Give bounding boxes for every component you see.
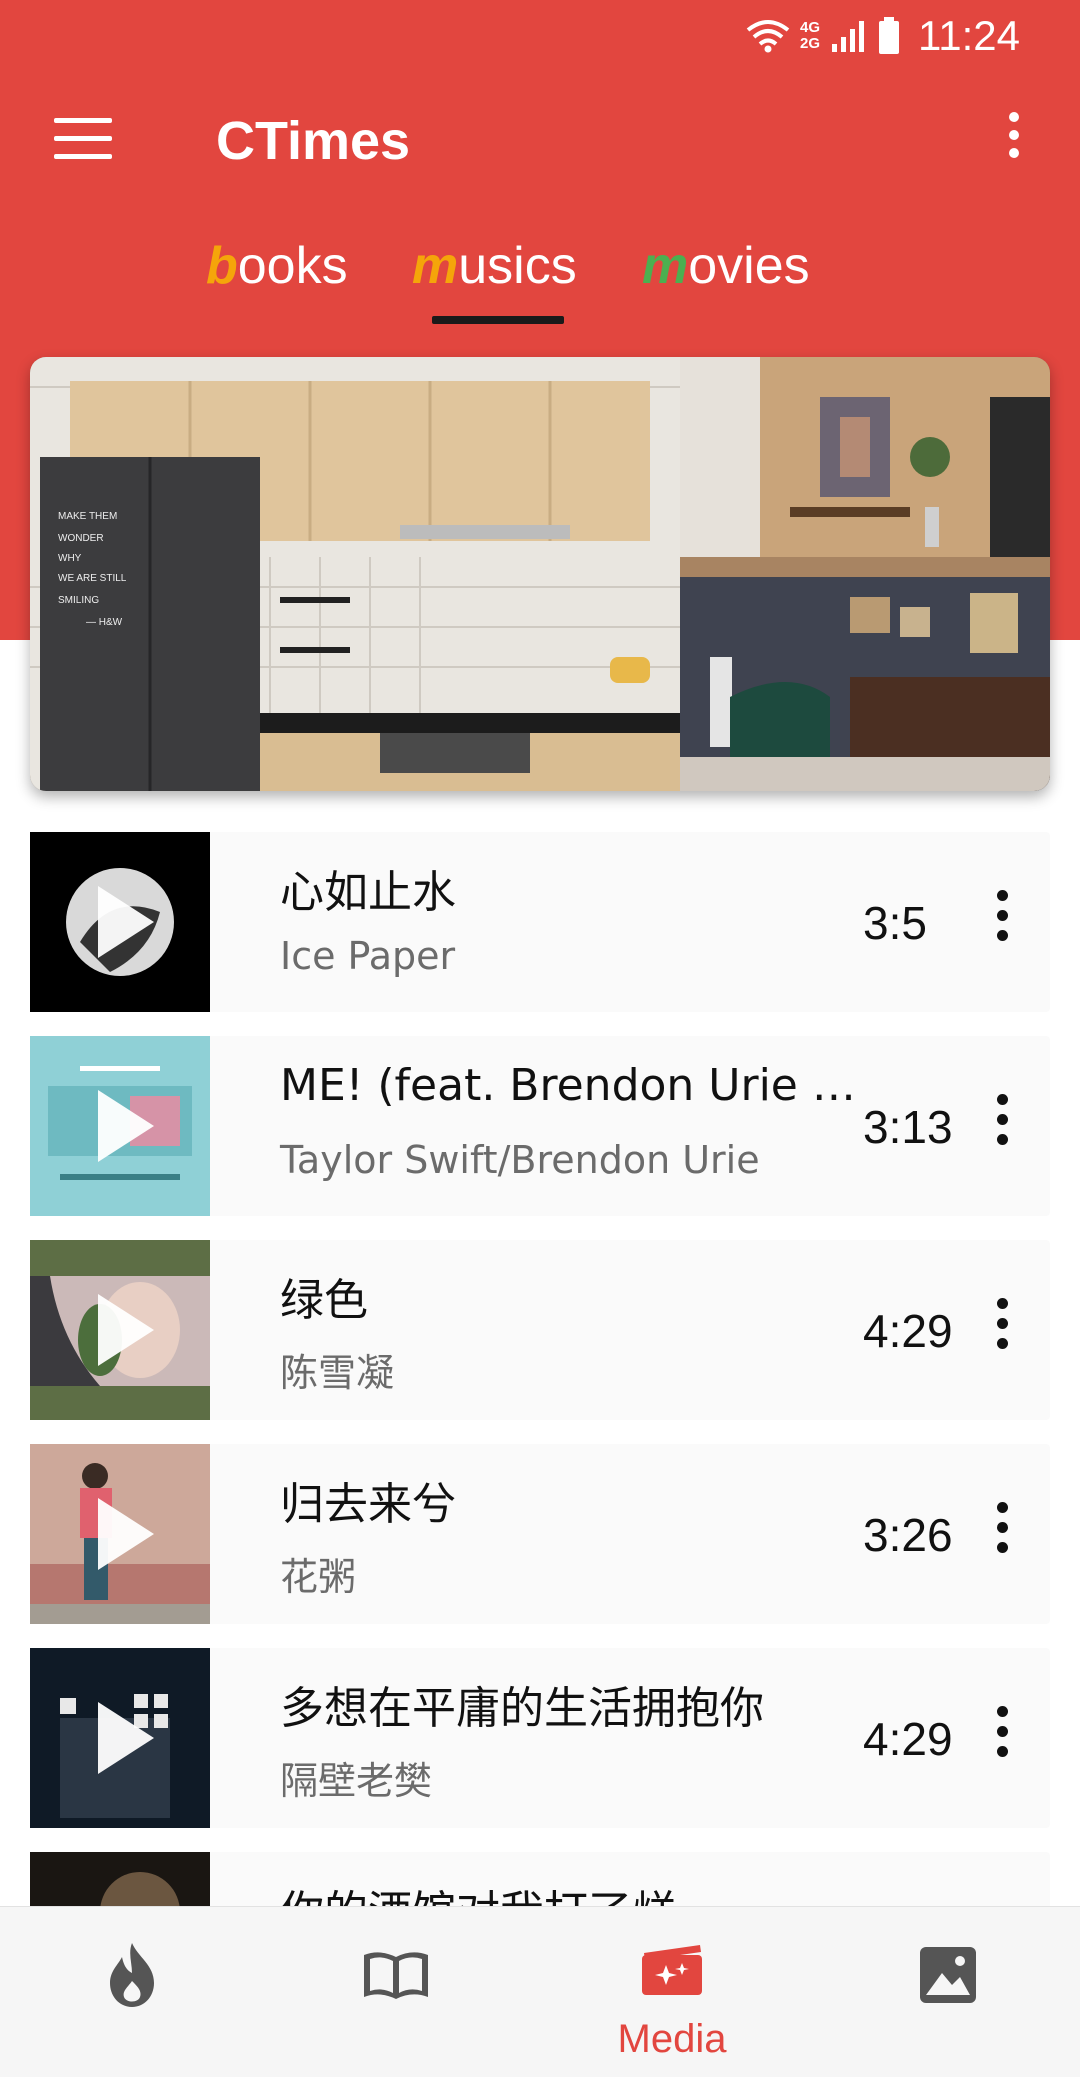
song-artist: 花粥 bbox=[280, 1555, 357, 1599]
song-title: ME! (feat. Brendon Urie of Panic! At The… bbox=[280, 1060, 870, 1111]
more-vert-icon[interactable] bbox=[990, 1502, 1014, 1566]
song-title: 多想在平庸的生活拥抱你 bbox=[280, 1683, 764, 1734]
song-duration: 4:29 bbox=[863, 1305, 953, 1357]
active-tab-indicator bbox=[432, 316, 564, 324]
svg-text:WE ARE STILL: WE ARE STILL bbox=[58, 573, 127, 584]
song-artist: Ice Paper bbox=[280, 934, 456, 978]
album-cover[interactable] bbox=[30, 1648, 210, 1828]
album-cover[interactable] bbox=[30, 832, 210, 1012]
song-title: 心如止水 bbox=[280, 867, 456, 918]
song-duration: 3:26 bbox=[863, 1509, 953, 1561]
menu-icon[interactable] bbox=[54, 118, 112, 164]
battery-icon bbox=[879, 17, 899, 54]
list-item[interactable]: 多想在平庸的生活拥抱你 隔壁老樊 4:29 bbox=[30, 1648, 1050, 1828]
album-cover[interactable] bbox=[30, 1240, 210, 1420]
more-vert-icon[interactable] bbox=[990, 1094, 1014, 1158]
play-icon[interactable] bbox=[98, 1090, 154, 1162]
list-item[interactable]: ME! (feat. Brendon Urie of Panic! At The… bbox=[30, 1036, 1050, 1216]
bottom-navigation: Media bbox=[0, 1906, 1080, 2077]
play-icon[interactable] bbox=[98, 886, 154, 958]
list-item[interactable]: 归去来兮 花粥 3:26 bbox=[30, 1444, 1050, 1624]
play-icon[interactable] bbox=[98, 1702, 154, 1774]
song-artist: 陈雪凝 bbox=[280, 1351, 395, 1395]
app-title: CTimes bbox=[216, 111, 411, 171]
song-duration: 3:5 bbox=[863, 897, 927, 949]
list-item[interactable]: 绿色 陈雪凝 4:29 bbox=[30, 1240, 1050, 1420]
nav-item-hot[interactable] bbox=[32, 1907, 232, 2077]
svg-text:WHY: WHY bbox=[58, 553, 82, 564]
song-artist: Taylor Swift/Brendon Urie bbox=[280, 1138, 760, 1182]
featured-banner[interactable]: MAKE THEM WONDER WHY WE ARE STILL SMILIN… bbox=[30, 357, 1050, 791]
play-icon[interactable] bbox=[98, 1294, 154, 1366]
svg-text:SMILING: SMILING bbox=[58, 595, 99, 606]
svg-text:— H&W: — H&W bbox=[86, 617, 123, 628]
song-artist: 隔壁老樊 bbox=[280, 1759, 433, 1803]
nav-item-media[interactable]: Media bbox=[572, 1907, 772, 2077]
song-duration: 3:13 bbox=[863, 1101, 953, 1153]
network-type-label: 4G 2G bbox=[799, 19, 820, 52]
banner-image: MAKE THEM WONDER WHY WE ARE STILL SMILIN… bbox=[30, 357, 1050, 791]
flame-icon bbox=[110, 1943, 154, 2007]
status-bar: 4G 2G 11:24 bbox=[0, 0, 1080, 72]
media-icon bbox=[642, 1945, 702, 1995]
more-vert-icon[interactable] bbox=[990, 1706, 1014, 1770]
signal-icon bbox=[832, 21, 864, 52]
svg-text:MAKE THEM: MAKE THEM bbox=[58, 511, 117, 522]
list-item[interactable]: 心如止水 Ice Paper 3:5 bbox=[30, 832, 1050, 1012]
song-title: 归去来兮 bbox=[280, 1479, 456, 1530]
svg-text:WONDER: WONDER bbox=[58, 533, 104, 544]
more-vert-icon[interactable] bbox=[990, 890, 1014, 954]
song-title: 绿色 bbox=[280, 1275, 368, 1326]
wifi-icon bbox=[746, 20, 790, 53]
nav-item-images[interactable] bbox=[848, 1907, 1048, 2077]
tab-musics[interactable]: musics bbox=[412, 236, 577, 296]
book-icon bbox=[364, 1952, 428, 1999]
song-duration: 4:29 bbox=[863, 1713, 953, 1765]
more-vert-icon[interactable] bbox=[990, 1298, 1014, 1362]
more-vert-icon[interactable] bbox=[998, 112, 1030, 172]
play-icon[interactable] bbox=[98, 1498, 154, 1570]
tab-movies[interactable]: movies bbox=[642, 236, 810, 296]
status-clock: 11:24 bbox=[918, 12, 1020, 59]
album-cover[interactable] bbox=[30, 1444, 210, 1624]
image-icon bbox=[920, 1947, 976, 2003]
album-cover[interactable] bbox=[30, 1036, 210, 1216]
nav-item-books[interactable] bbox=[296, 1907, 496, 2077]
nav-label-media: Media bbox=[617, 2017, 727, 2061]
tab-books[interactable]: books bbox=[206, 236, 348, 296]
song-list: 心如止水 Ice Paper 3:5 ME! (feat. Brendon Ur… bbox=[30, 832, 1050, 2032]
